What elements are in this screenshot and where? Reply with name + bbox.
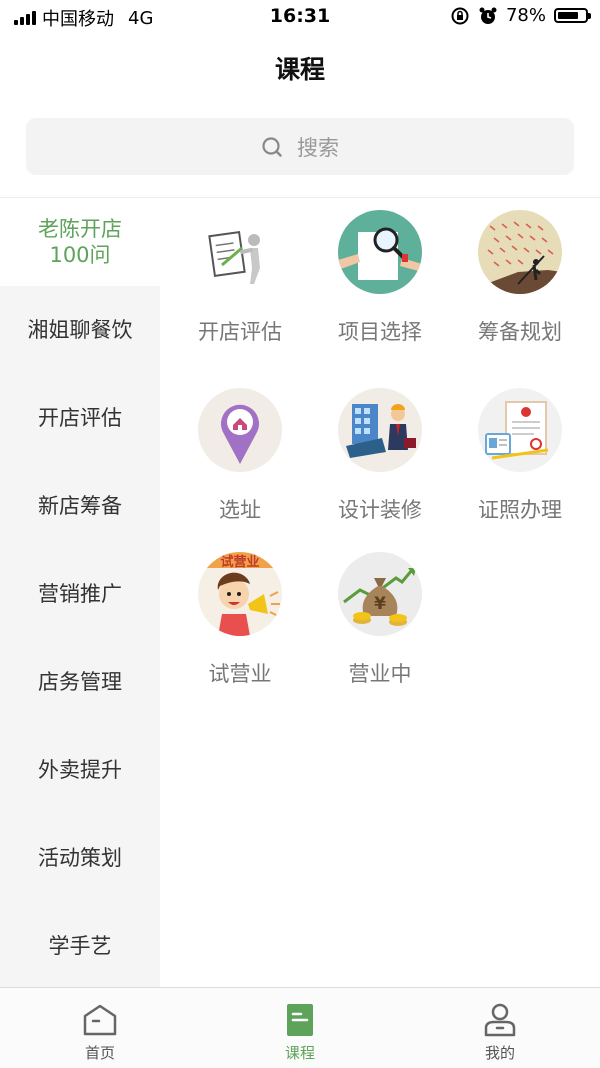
location-pin-icon — [198, 388, 282, 472]
sidebar-item-store-management[interactable]: 店务管理 — [0, 638, 160, 726]
design-decoration-icon — [338, 388, 422, 472]
grid-item-in-business[interactable]: ¥ 营业中 — [310, 552, 450, 688]
grid-item-planning[interactable]: 筹备规划 — [450, 210, 590, 346]
category-sidebar: 老陈开店100问 湘姐聊餐饮 开店评估 新店筹备 营销推广 店务管理 外卖提升 … — [0, 198, 160, 987]
tab-label: 首页 — [84, 1044, 115, 1062]
bottom-tab-bar: 首页 课程 我的 — [0, 987, 600, 1068]
evaluation-icon — [198, 210, 282, 294]
grid-item-label: 项目选择 — [338, 320, 422, 344]
money-bag-icon: ¥ — [338, 552, 422, 636]
grid-item-trial-operation[interactable]: 试营业 试营业 — [170, 552, 310, 688]
sidebar-item-label: 学手艺 — [48, 933, 112, 958]
grid-item-label: 筹备规划 — [478, 320, 562, 344]
sidebar-item-label: 活动策划 — [38, 845, 122, 870]
home-icon — [83, 1004, 117, 1036]
grid-item-label: 营业中 — [348, 662, 412, 686]
search-icon — [262, 136, 282, 157]
tab-course[interactable]: 课程 — [200, 988, 400, 1068]
tab-home[interactable]: 首页 — [0, 988, 200, 1068]
sidebar-item-100-questions[interactable]: 老陈开店100问 — [0, 198, 160, 286]
grid-item-label: 试营业 — [208, 662, 272, 686]
page-title: 课程 — [274, 55, 325, 84]
sidebar-item-label: 营销推广 — [38, 581, 122, 606]
sidebar-item-delivery[interactable]: 外卖提升 — [0, 726, 160, 814]
sidebar-item-marketing[interactable]: 营销推广 — [0, 550, 160, 638]
alarm-icon — [479, 7, 497, 24]
orientation-lock-icon — [451, 7, 469, 24]
sidebar-item-label: 新店筹备 — [38, 493, 122, 518]
grid-item-label: 设计装修 — [338, 498, 422, 522]
user-icon — [484, 1003, 516, 1037]
sidebar-item-label: 店务管理 — [38, 669, 122, 694]
sidebar-item-label: 老陈开店100问 — [38, 216, 122, 267]
course-book-icon — [287, 1004, 313, 1036]
sidebar-item-label: 外卖提升 — [38, 757, 122, 782]
trial-operation-icon: 试营业 — [198, 552, 282, 636]
sidebar-item-events[interactable]: 活动策划 — [0, 814, 160, 902]
grid-item-label: 选址 — [219, 498, 261, 522]
search-input[interactable]: 搜索 — [26, 118, 574, 175]
planning-icon — [478, 210, 562, 294]
grid-item-evaluation[interactable]: 开店评估 — [170, 210, 310, 346]
grid-item-label: 证照办理 — [478, 498, 562, 522]
tab-label: 我的 — [484, 1044, 515, 1062]
grid-item-location[interactable]: 选址 — [170, 388, 310, 524]
sidebar-item-label: 开店评估 — [38, 405, 122, 430]
sidebar-item-preparation[interactable]: 新店筹备 — [0, 462, 160, 550]
tab-mine[interactable]: 我的 — [400, 988, 600, 1068]
sidebar-item-xiangjie[interactable]: 湘姐聊餐饮 — [0, 286, 160, 374]
svg-text:¥: ¥ — [374, 594, 386, 614]
grid-item-label: 开店评估 — [198, 320, 282, 344]
grid-item-design[interactable]: 设计装修 — [310, 388, 450, 524]
sidebar-item-evaluation[interactable]: 开店评估 — [0, 374, 160, 462]
license-icon — [478, 388, 562, 472]
sidebar-item-skills[interactable]: 学手艺 — [0, 902, 160, 990]
grid-item-license[interactable]: 证照办理 — [450, 388, 590, 524]
sidebar-item-label: 湘姐聊餐饮 — [27, 317, 133, 342]
trial-badge-text: 试营业 — [220, 555, 260, 570]
project-selection-icon — [338, 210, 422, 294]
grid-item-project-selection[interactable]: 项目选择 — [310, 210, 450, 346]
battery-icon — [554, 8, 591, 23]
battery-percent: 78% — [505, 5, 546, 26]
status-bar: 中国移动 4G 16:31 78% — [0, 0, 600, 34]
tab-label: 课程 — [284, 1044, 315, 1062]
search-placeholder: 搜索 — [297, 135, 339, 160]
